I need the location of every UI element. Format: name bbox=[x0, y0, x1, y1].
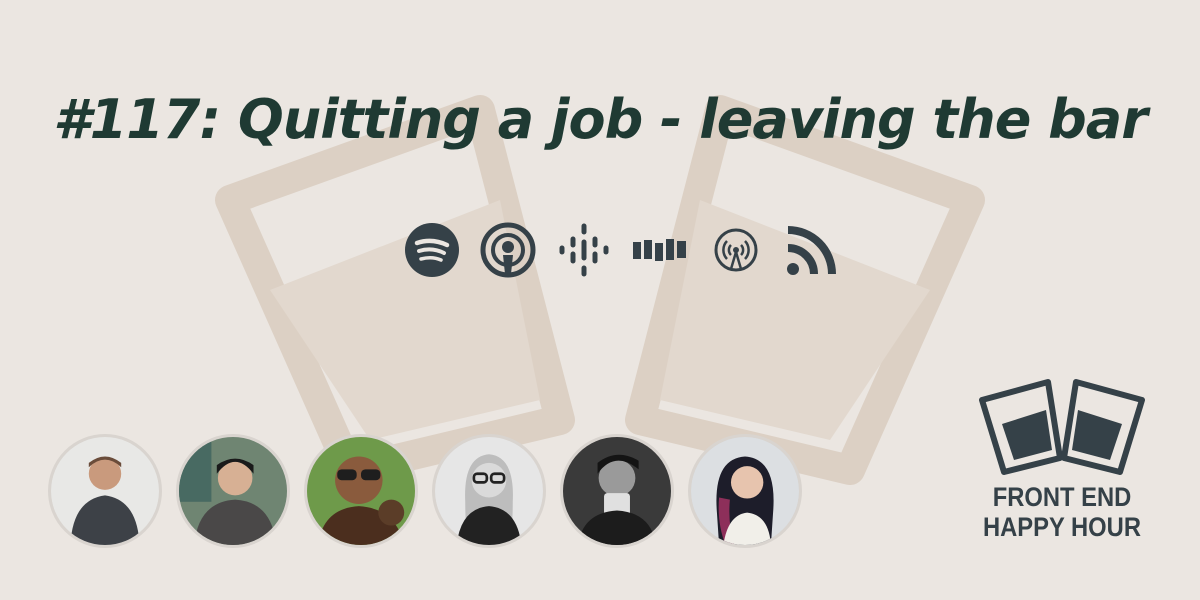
episode-title: #117: Quitting a job - leaving the bar bbox=[53, 88, 1148, 151]
apple-podcasts-icon[interactable] bbox=[480, 222, 536, 278]
host-avatars bbox=[48, 434, 802, 548]
avatar-3 bbox=[304, 434, 418, 548]
rss-icon[interactable] bbox=[784, 222, 840, 278]
avatar-4 bbox=[432, 434, 546, 548]
logo-text-happy-hour: HAPPY HOUR bbox=[982, 512, 1141, 542]
google-podcasts-icon[interactable] bbox=[556, 222, 612, 278]
listen-links bbox=[404, 222, 840, 278]
spotify-icon[interactable] bbox=[404, 222, 460, 278]
overcast-icon[interactable] bbox=[708, 222, 764, 278]
avatar-2 bbox=[176, 434, 290, 548]
front-end-happy-hour-logo: FRONT END HAPPY HOUR bbox=[972, 376, 1152, 556]
logo-text-front-end: FRONT END bbox=[992, 482, 1132, 512]
logo-glasses-icon bbox=[979, 379, 1145, 475]
avatar-1 bbox=[48, 434, 162, 548]
stitcher-icon[interactable] bbox=[632, 222, 688, 278]
avatar-6 bbox=[688, 434, 802, 548]
avatar-5 bbox=[560, 434, 674, 548]
